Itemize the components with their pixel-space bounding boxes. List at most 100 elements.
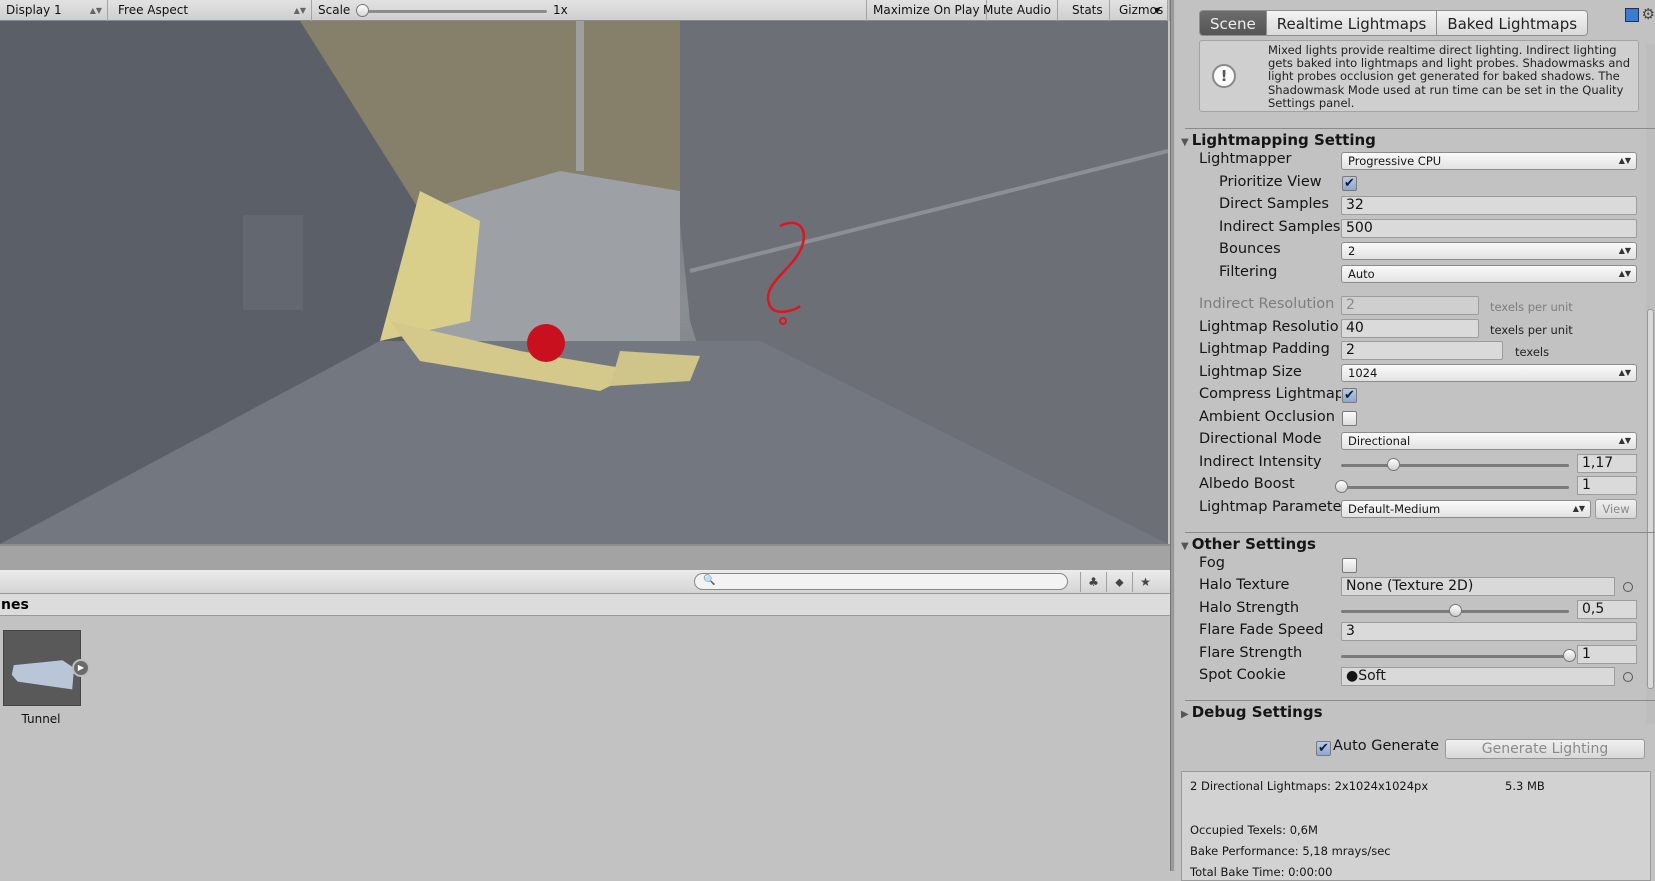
slider-thumb[interactable] xyxy=(1563,649,1576,662)
scrollbar[interactable] xyxy=(1646,44,1655,724)
directional-mode-dropdown[interactable]: Directional ▲▼ xyxy=(1341,432,1637,450)
spot-cookie-field[interactable]: ●Soft xyxy=(1341,667,1615,686)
filtering-dropdown[interactable]: Auto ▲▼ xyxy=(1341,265,1637,283)
compress-lightmaps-label: Compress Lightmap xyxy=(1199,386,1341,402)
lightmaps-summary: 2 Directional Lightmaps: 2x1024x1024px xyxy=(1190,779,1429,793)
texels-per-unit-label: texels per unit xyxy=(1490,323,1573,337)
asset-label: Tunnel xyxy=(21,712,61,726)
tab-scene[interactable]: Scene xyxy=(1199,10,1267,36)
indirect-resolution-field: 2 xyxy=(1341,296,1479,315)
updown-icon: ▲▼ xyxy=(1618,156,1631,165)
dropdown-value: Default-Medium xyxy=(1348,502,1441,516)
scene-render xyxy=(0,21,1168,544)
halo-strength-label: Halo Strength xyxy=(1199,600,1300,616)
indirect-intensity-slider[interactable] xyxy=(1341,458,1569,471)
help-text: Mixed lights provide realtime direct lig… xyxy=(1268,43,1631,110)
lightmap-size-dropdown[interactable]: 1024 ▲▼ xyxy=(1341,364,1637,382)
view-button[interactable]: View xyxy=(1595,499,1637,519)
dropdown-value: Directional xyxy=(1348,434,1411,448)
asset-thumbnail-tunnel[interactable] xyxy=(3,630,81,706)
tab-realtime-lightmaps[interactable]: Realtime Lightmaps xyxy=(1265,10,1438,36)
bounces-dropdown[interactable]: 2 ▲▼ xyxy=(1341,242,1637,260)
updown-icon: ▲▼ xyxy=(1572,504,1585,513)
indirect-samples-field[interactable]: 500 xyxy=(1341,219,1637,238)
section-title: Other Settings xyxy=(1191,535,1316,553)
divider xyxy=(1185,532,1655,533)
object-picker-icon[interactable] xyxy=(1623,672,1633,682)
lightmap-resolution-field[interactable]: 40 xyxy=(1341,319,1479,338)
filter-by-type-icon[interactable]: ♣ xyxy=(1080,572,1106,592)
albedo-boost-slider[interactable] xyxy=(1335,480,1569,493)
tab-baked-lightmaps[interactable]: Baked Lightmaps xyxy=(1436,10,1589,36)
scale-slider[interactable] xyxy=(362,10,547,13)
scale-value: 1x xyxy=(553,3,568,17)
mute-audio-button[interactable]: Mute Audio xyxy=(977,0,1058,21)
lightmaps-size: 5.3 MB xyxy=(1505,779,1545,793)
red-sphere xyxy=(527,324,565,362)
dropdown-value: 1024 xyxy=(1348,366,1378,380)
display-dropdown[interactable]: Display 1 ▲▼ xyxy=(0,0,108,21)
updown-icon: ▲▼ xyxy=(1618,246,1631,255)
lightmapper-dropdown[interactable]: Progressive CPU ▲▼ xyxy=(1341,152,1637,170)
flare-fade-speed-field[interactable]: 3 xyxy=(1341,622,1637,641)
panel-splitter[interactable] xyxy=(0,544,1170,570)
section-other-settings[interactable]: ▼ Other Settings xyxy=(1181,535,1316,553)
slider-thumb[interactable] xyxy=(1335,480,1348,493)
texels-label: texels xyxy=(1515,345,1550,359)
indirect-intensity-field[interactable]: 1,17 xyxy=(1577,454,1637,473)
lightmap-parameters-dropdown[interactable]: Default-Medium ▲▼ xyxy=(1341,500,1591,518)
direct-samples-label: Direct Samples xyxy=(1219,196,1329,212)
gear-icon[interactable]: ⚙ xyxy=(1642,5,1655,23)
bake-performance: Bake Performance: 5,18 mrays/sec xyxy=(1190,844,1391,858)
section-title: Debug Settings xyxy=(1191,703,1323,721)
object-picker-icon[interactable] xyxy=(1623,582,1633,592)
slider-thumb[interactable] xyxy=(1387,458,1401,471)
flare-strength-field[interactable]: 1 xyxy=(1577,645,1637,664)
updown-icon: ▲▼ xyxy=(1618,436,1631,445)
scale-label: Scale xyxy=(318,3,351,17)
filtering-label: Filtering xyxy=(1219,264,1278,280)
updown-icon: ▲▼ xyxy=(89,6,102,15)
direct-samples-field[interactable]: 32 xyxy=(1341,196,1637,215)
lightmap-parameters-label: Lightmap Parameter xyxy=(1199,499,1341,515)
halo-texture-label: Halo Texture xyxy=(1199,577,1290,593)
texels-per-unit-label: texels per unit xyxy=(1490,300,1573,314)
aspect-label: Free Aspect xyxy=(118,3,189,17)
scale-slider-thumb[interactable] xyxy=(356,4,369,17)
aspect-dropdown[interactable]: Free Aspect ▲▼ xyxy=(112,0,312,21)
updown-icon: ▲▼ xyxy=(1618,269,1631,278)
fog-checkbox[interactable] xyxy=(1342,558,1357,573)
lightmap-size-label: Lightmap Size xyxy=(1199,364,1302,380)
filter-by-label-icon[interactable]: ⬥ xyxy=(1106,572,1132,592)
game-viewport[interactable] xyxy=(0,21,1168,544)
section-debug-settings[interactable]: ▶ Debug Settings xyxy=(1181,703,1323,721)
collapsed-triangle-icon: ▶ xyxy=(1181,709,1189,720)
flare-strength-slider[interactable] xyxy=(1341,649,1576,662)
halo-strength-slider[interactable] xyxy=(1341,604,1569,617)
section-lightmapping[interactable]: ▼ Lightmapping Setting xyxy=(1181,131,1376,149)
search-input[interactable]: 🔍 xyxy=(694,573,1068,590)
lightmap-padding-field[interactable]: 2 xyxy=(1341,341,1503,360)
maximize-on-play-button[interactable]: Maximize On Play xyxy=(866,0,987,21)
expand-asset-play-icon[interactable]: ▶ xyxy=(72,659,90,677)
expanded-triangle-icon: ▼ xyxy=(1181,541,1189,552)
halo-texture-field[interactable]: None (Texture 2D) xyxy=(1341,577,1615,596)
lightmap-padding-label: Lightmap Padding xyxy=(1199,341,1330,357)
texture-dot-icon: ● xyxy=(1346,668,1359,684)
book-icon[interactable] xyxy=(1625,8,1639,22)
generate-lighting-button[interactable]: Generate Lighting xyxy=(1445,739,1645,759)
ambient-occlusion-checkbox[interactable] xyxy=(1342,411,1357,426)
slider-thumb[interactable] xyxy=(1449,604,1462,617)
scrollbar-thumb[interactable] xyxy=(1647,309,1654,689)
auto-generate-checkbox[interactable]: ✔ xyxy=(1316,741,1331,756)
display-label: Display 1 xyxy=(6,3,62,17)
gizmos-dropdown-icon[interactable]: ▼ xyxy=(1150,0,1168,21)
prioritize-view-checkbox[interactable]: ✔ xyxy=(1342,176,1357,191)
favorites-star-icon[interactable]: ★ xyxy=(1132,572,1158,592)
fog-label: Fog xyxy=(1199,555,1225,571)
compress-lightmaps-checkbox[interactable]: ✔ xyxy=(1342,388,1357,403)
lightmapper-label: Lightmapper xyxy=(1199,151,1292,167)
albedo-boost-field[interactable]: 1 xyxy=(1577,476,1637,495)
halo-strength-field[interactable]: 0,5 xyxy=(1577,600,1637,619)
stats-button[interactable]: Stats xyxy=(1066,0,1110,21)
